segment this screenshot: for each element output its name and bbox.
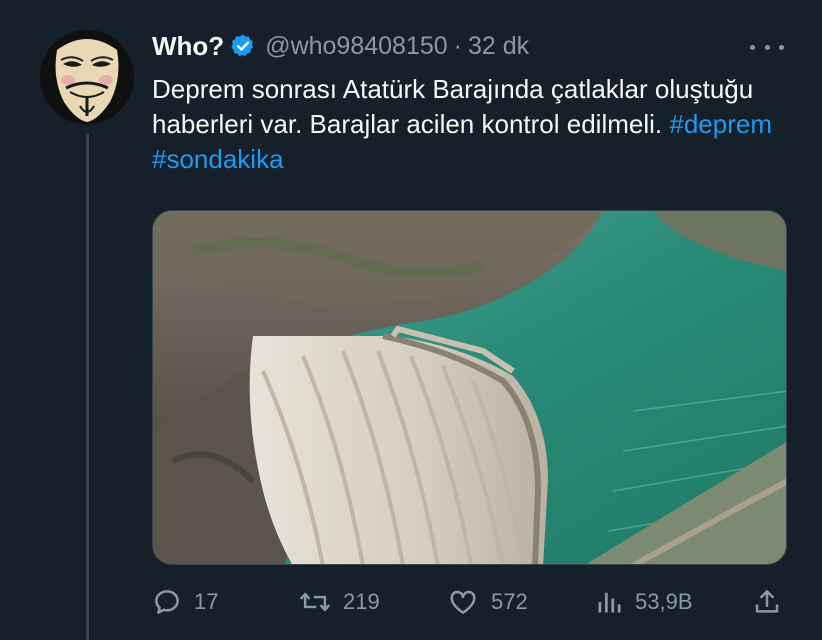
tweet-header: Who? @who98408150 · 32 dk [152, 29, 529, 63]
separator-dot: · [453, 31, 462, 60]
display-name[interactable]: Who? [152, 31, 224, 62]
hashtag-link[interactable]: #sondakika [152, 144, 284, 174]
retweet-icon [299, 592, 331, 612]
tweet-media-image[interactable] [152, 210, 787, 565]
verified-badge-icon [230, 33, 256, 59]
share-icon [755, 590, 779, 613]
avatar[interactable] [40, 30, 134, 124]
like-action[interactable]: 572 [447, 585, 528, 619]
more-options-icon[interactable] [750, 36, 784, 58]
hashtag-link[interactable]: #deprem [669, 109, 772, 139]
reply-action[interactable]: 17 [152, 585, 218, 619]
views-count: 53,9B [635, 589, 693, 614]
views-action[interactable]: 53,9B [595, 585, 693, 619]
tweet-actions: 17 219 572 53,9B [152, 585, 787, 619]
tweet-body: Deprem sonrası Atatürk Barajında çatlakl… [152, 74, 754, 139]
thread-connector-line [86, 134, 89, 640]
share-action[interactable] [752, 585, 782, 619]
reply-icon [155, 590, 179, 614]
dam-photo [153, 211, 786, 564]
tweet-timestamp[interactable]: 32 dk [468, 32, 529, 61]
reply-count: 17 [194, 589, 219, 614]
analytics-icon [598, 592, 621, 613]
guy-fawkes-mask-image [40, 30, 134, 124]
tweet-text: Deprem sonrası Atatürk Barajında çatlakl… [152, 72, 802, 177]
like-count: 572 [491, 589, 528, 614]
retweet-action[interactable]: 219 [299, 585, 380, 619]
user-handle[interactable]: @who98408150 [265, 32, 447, 61]
retweet-count: 219 [343, 589, 380, 614]
heart-icon [450, 590, 476, 614]
